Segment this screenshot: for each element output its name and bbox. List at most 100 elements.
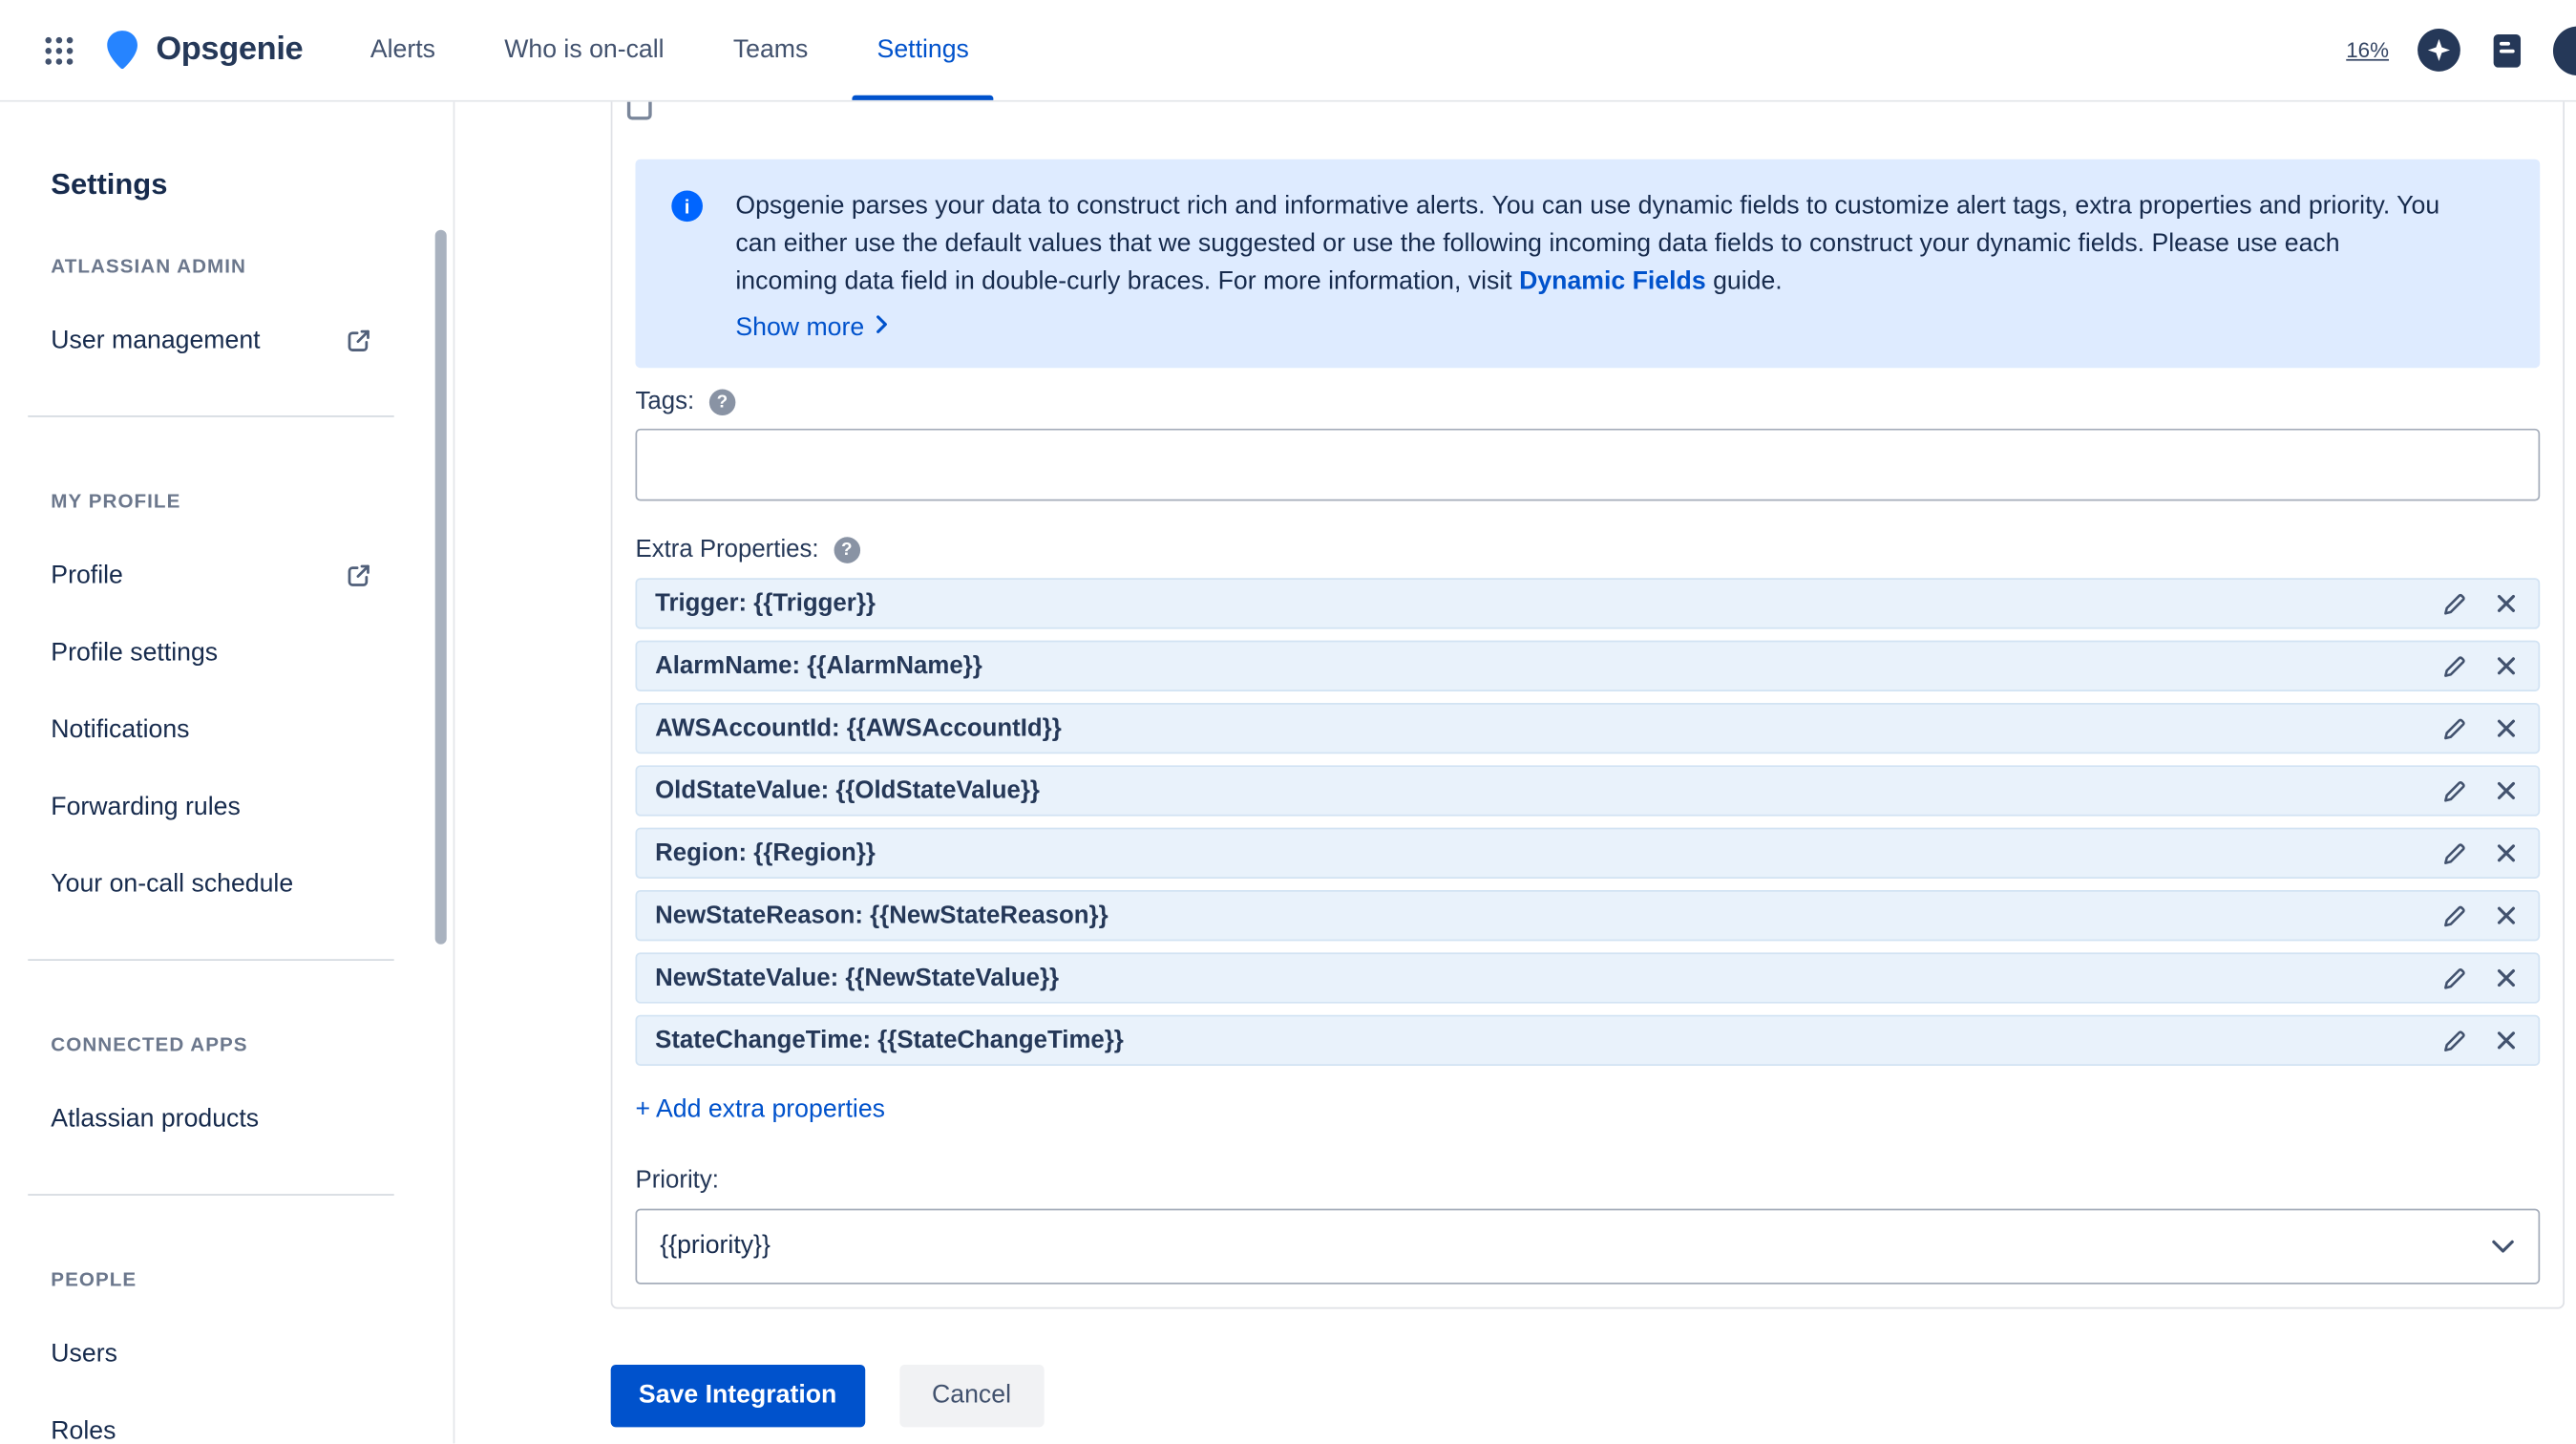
help-icon[interactable]: ? (708, 388, 736, 415)
remove-x-icon[interactable] (2491, 776, 2521, 806)
show-more-link[interactable]: Show more (735, 313, 890, 343)
save-integration-button[interactable]: Save Integration (610, 1364, 865, 1428)
sidebar-item-label: Notifications (51, 715, 190, 744)
sidebar-section-people: PEOPLE (51, 1267, 137, 1291)
sidebar-item-notifications[interactable]: Notifications (51, 714, 372, 746)
cancel-button[interactable]: Cancel (898, 1364, 1045, 1428)
sidebar-item-your-on-call-schedule[interactable]: Your on-call schedule (51, 869, 372, 901)
edit-pencil-icon[interactable] (2439, 713, 2469, 743)
edit-pencil-icon[interactable] (2439, 964, 2469, 993)
remove-x-icon[interactable] (2491, 713, 2521, 743)
sidebar-scrollbar[interactable] (434, 229, 447, 945)
sidebar-item-label: Users (51, 1340, 117, 1369)
app-switcher-icon[interactable] (41, 32, 77, 69)
extra-property-value: OldStateValue: {{OldStateValue}} (655, 776, 1040, 805)
extra-property-row: NewStateValue: {{NewStateValue}} (635, 952, 2541, 1004)
nav-label: Settings (876, 34, 969, 64)
chevron-right-icon (876, 313, 890, 343)
sidebar-item-user-management[interactable]: User management (51, 325, 372, 356)
extra-property-value: NewStateValue: {{NewStateValue}} (655, 964, 1060, 992)
help-icon[interactable]: ? (834, 536, 860, 563)
remove-x-icon[interactable] (2491, 839, 2521, 868)
settings-sidebar: Settings ATLASSIAN ADMIN User management… (0, 101, 455, 1444)
chevron-down-icon (2491, 1239, 2516, 1255)
sidebar-title: Settings (51, 167, 168, 201)
add-extra-properties-link[interactable]: + Add extra properties (635, 1094, 885, 1125)
row-actions (2439, 588, 2520, 618)
opsgenie-home-link[interactable]: Opsgenie (100, 28, 304, 72)
sidebar-section-atlassian-admin: ATLASSIAN ADMIN (51, 254, 246, 278)
extra-property-row: AlarmName: {{AlarmName}} (635, 640, 2541, 691)
user-avatar[interactable] (2552, 25, 2576, 75)
sidebar-section-my-profile: MY PROFILE (51, 489, 181, 513)
sidebar-item-label: Your on-call schedule (51, 870, 294, 899)
form-actions: Save Integration Cancel (610, 1364, 1045, 1428)
explore-icon[interactable] (2417, 28, 2460, 72)
divider (28, 415, 394, 417)
nav-item-settings[interactable]: Settings (842, 0, 1003, 100)
info-icon: i (671, 190, 703, 223)
extra-property-value: NewStateReason: {{NewStateReason}} (655, 902, 1109, 930)
row-actions (2439, 839, 2520, 868)
show-more-label: Show more (735, 313, 865, 342)
extra-property-value: AlarmName: {{AlarmName}} (655, 651, 982, 680)
edit-pencil-icon[interactable] (2439, 839, 2469, 868)
sidebar-item-roles[interactable]: Roles (51, 1415, 372, 1444)
nav-item-alerts[interactable]: Alerts (336, 0, 470, 100)
row-actions (2439, 651, 2520, 681)
row-actions (2439, 901, 2520, 930)
edit-pencil-icon[interactable] (2439, 1026, 2469, 1055)
nav-label: Teams (732, 34, 809, 64)
extra-property-value: Trigger: {{Trigger}} (655, 589, 876, 618)
nav-item-teams[interactable]: Teams (699, 0, 843, 100)
sidebar-item-label: Roles (51, 1417, 116, 1444)
external-link-icon (345, 327, 372, 354)
remove-x-icon[interactable] (2491, 964, 2521, 993)
sidebar-item-forwarding-rules[interactable]: Forwarding rules (51, 792, 372, 823)
extra-property-value: AWSAccountId: {{AWSAccountId}} (655, 714, 1062, 743)
edit-pencil-icon[interactable] (2439, 588, 2469, 618)
release-notes-icon[interactable] (2489, 31, 2525, 70)
external-link-icon (345, 562, 372, 589)
extra-property-row: StateChangeTime: {{StateChangeTime}} (635, 1014, 2541, 1067)
topnav-right-controls: 16% (2346, 25, 2576, 75)
divider (28, 959, 394, 961)
tags-input[interactable] (635, 428, 2541, 501)
sidebar-item-label: User management (51, 327, 261, 355)
sidebar-item-atlassian-products[interactable]: Atlassian products (51, 1104, 372, 1136)
top-navigation-bar: Opsgenie Alerts Who is on-call Teams Set… (0, 0, 2576, 102)
dynamic-fields-link[interactable]: Dynamic Fields (1519, 267, 1706, 295)
priority-select[interactable]: {{priority}} (635, 1208, 2541, 1285)
screen: Opsgenie Alerts Who is on-call Teams Set… (0, 0, 2576, 1444)
zoom-level-link[interactable]: 16% (2346, 38, 2389, 63)
sidebar-item-users[interactable]: Users (51, 1338, 372, 1370)
sidebar-section-connected-apps: CONNECTED APPS (51, 1032, 248, 1056)
priority-selected-value: {{priority}} (660, 1231, 771, 1260)
remove-x-icon[interactable] (2491, 1026, 2521, 1055)
sidebar-item-profile-settings[interactable]: Profile settings (51, 637, 372, 669)
brand-name: Opsgenie (156, 31, 304, 68)
help-glyph: ? (841, 539, 853, 560)
nav-item-who-is-on-call[interactable]: Who is on-call (470, 0, 699, 100)
sidebar-item-label: Forwarding rules (51, 793, 241, 821)
edit-pencil-icon[interactable] (2439, 901, 2469, 930)
primary-nav: Alerts Who is on-call Teams Settings (336, 0, 1003, 100)
info-text-after-link: guide. (1713, 267, 1783, 296)
nav-label: Who is on-call (504, 34, 665, 64)
sidebar-item-profile[interactable]: Profile (51, 560, 372, 591)
extra-properties-label: Extra Properties: (635, 535, 819, 563)
extra-property-row: NewStateReason: {{NewStateReason}} (635, 890, 2541, 942)
edit-pencil-icon[interactable] (2439, 776, 2469, 806)
edit-pencil-icon[interactable] (2439, 651, 2469, 681)
help-glyph: ? (716, 392, 728, 412)
tags-label-row: Tags: ? (635, 388, 2540, 415)
sidebar-item-label: Atlassian products (51, 1105, 260, 1134)
sidebar-item-label: Profile settings (51, 638, 219, 668)
extra-property-value: StateChangeTime: {{StateChangeTime}} (655, 1026, 1124, 1054)
remove-x-icon[interactable] (2491, 651, 2521, 681)
grid-dots-icon (45, 36, 74, 64)
extra-property-row: OldStateValue: {{OldStateValue}} (635, 765, 2541, 817)
remove-x-icon[interactable] (2491, 901, 2521, 930)
tags-label: Tags: (635, 387, 695, 416)
remove-x-icon[interactable] (2491, 588, 2521, 618)
